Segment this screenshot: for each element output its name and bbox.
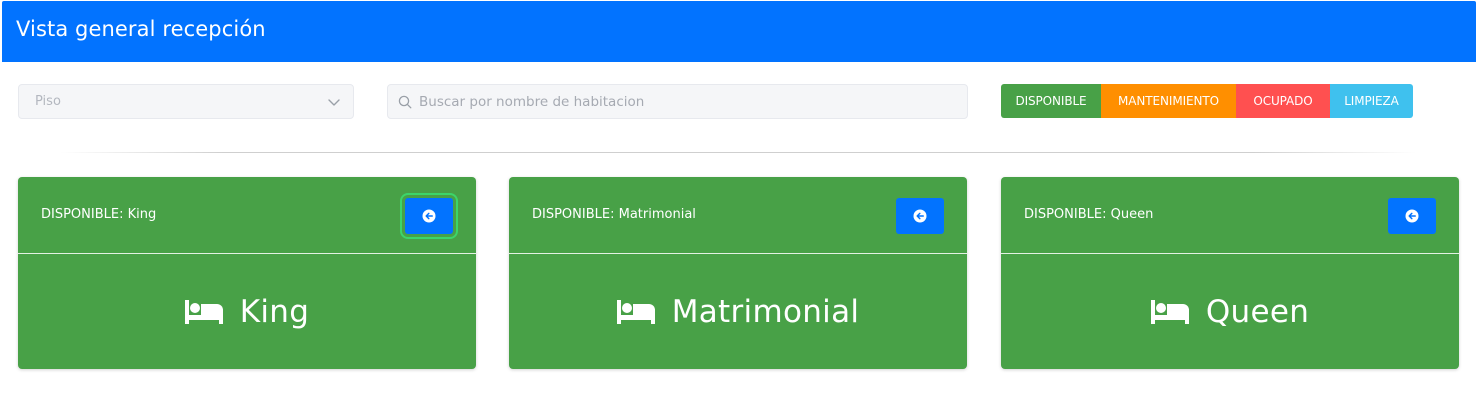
status-filter-mantenimiento[interactable]: MANTENIMIENTO <box>1101 84 1236 118</box>
arrow-circle-left-icon <box>913 209 927 223</box>
room-card-header: DISPONIBLE: King <box>18 177 476 254</box>
arrow-circle-left-icon <box>422 209 436 223</box>
floor-select[interactable]: Piso <box>18 84 354 119</box>
status-filter-disponible[interactable]: DISPONIBLE <box>1001 84 1101 118</box>
room-card: DISPONIBLE: King King <box>18 177 476 369</box>
room-name: Queen <box>1205 294 1310 330</box>
status-legend: DISPONIBLE MANTENIMIENTO OCUPADO LIMPIEZ… <box>1001 84 1413 118</box>
room-card: DISPONIBLE: Matrimonial Matrimonial <box>509 177 967 369</box>
bed-icon <box>1150 300 1189 324</box>
room-card-body: Queen <box>1001 255 1459 369</box>
room-status-label: DISPONIBLE: Matrimonial <box>532 207 696 222</box>
room-search <box>387 84 968 119</box>
search-input[interactable] <box>419 85 959 118</box>
room-action-button[interactable] <box>896 198 944 234</box>
room-action-button[interactable] <box>1388 198 1436 234</box>
floor-select-placeholder: Piso <box>35 94 61 109</box>
bed-icon <box>616 300 655 324</box>
search-icon <box>398 95 412 109</box>
status-filter-limpieza[interactable]: LIMPIEZA <box>1330 84 1413 118</box>
chevron-down-icon <box>328 99 340 106</box>
room-card-body: King <box>18 255 476 369</box>
room-card-header: DISPONIBLE: Matrimonial <box>509 177 967 254</box>
section-divider <box>60 152 1416 153</box>
room-card-header: DISPONIBLE: Queen <box>1001 177 1459 254</box>
bed-icon <box>184 300 223 324</box>
room-action-button[interactable] <box>400 193 458 239</box>
room-name: Matrimonial <box>671 294 860 330</box>
room-status-label: DISPONIBLE: King <box>41 207 157 222</box>
room-card-body: Matrimonial <box>509 255 967 369</box>
reception-overview-page: Vista general recepción Piso DISPONIBLE … <box>0 0 1476 416</box>
page-title: Vista general recepción <box>16 17 266 41</box>
status-filter-ocupado[interactable]: OCUPADO <box>1236 84 1330 118</box>
room-card: DISPONIBLE: Queen Queen <box>1001 177 1459 369</box>
arrow-circle-left-icon <box>1405 209 1419 223</box>
page-header: Vista general recepción <box>2 1 1476 62</box>
room-name: King <box>239 294 310 330</box>
room-status-label: DISPONIBLE: Queen <box>1024 207 1154 222</box>
